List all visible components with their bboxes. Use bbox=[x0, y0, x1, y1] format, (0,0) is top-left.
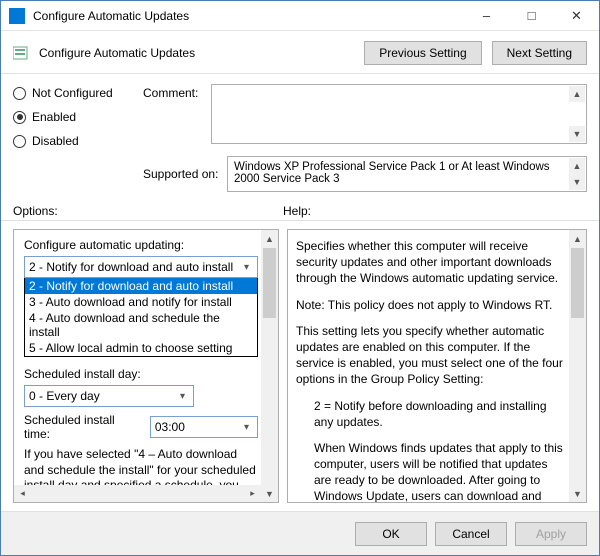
dropdown-option[interactable]: 2 - Notify for download and auto install bbox=[25, 278, 257, 294]
page-title: Configure Automatic Updates bbox=[39, 46, 364, 60]
radio-label: Enabled bbox=[32, 110, 76, 124]
header: Configure Automatic Updates Previous Set… bbox=[1, 31, 599, 74]
previous-setting-button[interactable]: Previous Setting bbox=[364, 41, 481, 65]
gpo-dialog: Configure Automatic Updates – □ ✕ Config… bbox=[0, 0, 600, 556]
dialog-footer: OK Cancel Apply bbox=[1, 511, 599, 555]
help-pane: Specifies whether this computer will rec… bbox=[287, 229, 587, 503]
window-title: Configure Automatic Updates bbox=[33, 9, 464, 23]
policy-state-group: Not Configured Enabled Disabled bbox=[13, 84, 143, 148]
policy-icon bbox=[13, 45, 31, 61]
help-text: When Windows finds updates that apply to… bbox=[296, 440, 564, 503]
supported-on-box: Windows XP Professional Service Pack 1 o… bbox=[227, 156, 587, 192]
dropdown-option[interactable]: 4 - Auto download and schedule the insta… bbox=[25, 310, 257, 340]
chevron-down-icon: ▾ bbox=[174, 388, 191, 404]
radio-label: Disabled bbox=[32, 134, 79, 148]
combo-value: 0 - Every day bbox=[29, 389, 100, 403]
day-label: Scheduled install day: bbox=[24, 367, 258, 381]
supported-value: Windows XP Professional Service Pack 1 o… bbox=[234, 161, 550, 185]
scroll-down-icon[interactable]: ▼ bbox=[569, 126, 585, 142]
options-pane: Configure automatic updating: 2 - Notify… bbox=[13, 229, 279, 503]
next-setting-button[interactable]: Next Setting bbox=[492, 41, 587, 65]
radio-not-configured[interactable]: Not Configured bbox=[13, 86, 143, 100]
help-text: This setting lets you specify whether au… bbox=[296, 323, 564, 388]
chevron-down-icon: ▾ bbox=[238, 419, 255, 435]
comment-label: Comment: bbox=[143, 84, 203, 148]
time-combo[interactable]: 03:00 ▾ bbox=[150, 416, 258, 438]
dropdown-option[interactable]: 5 - Allow local admin to choose setting bbox=[25, 340, 257, 356]
radio-label: Not Configured bbox=[32, 86, 113, 100]
time-label: Scheduled install time: bbox=[24, 413, 142, 441]
radio-disabled[interactable]: Disabled bbox=[13, 134, 143, 148]
configure-dropdown[interactable]: 2 - Notify for download and auto install… bbox=[24, 278, 258, 357]
supported-label: Supported on: bbox=[143, 167, 227, 181]
combo-value: 03:00 bbox=[155, 420, 185, 434]
cancel-button[interactable]: Cancel bbox=[435, 522, 507, 546]
dropdown-option[interactable]: 3 - Auto download and notify for install bbox=[25, 294, 257, 310]
vertical-scrollbar[interactable]: ▲▼ bbox=[261, 230, 278, 502]
help-text: Specifies whether this computer will rec… bbox=[296, 238, 564, 287]
ok-button[interactable]: OK bbox=[355, 522, 427, 546]
minimize-button[interactable]: – bbox=[464, 1, 509, 30]
close-button[interactable]: ✕ bbox=[554, 1, 599, 30]
vertical-scrollbar[interactable]: ▲▼ bbox=[569, 230, 586, 502]
help-label: Help: bbox=[283, 204, 587, 218]
configure-combo[interactable]: 2 - Notify for download and auto install… bbox=[24, 256, 258, 278]
configure-label: Configure automatic updating: bbox=[24, 238, 258, 252]
scroll-down-icon[interactable]: ▼ bbox=[569, 174, 585, 190]
app-icon bbox=[9, 8, 25, 24]
scroll-up-icon[interactable]: ▲ bbox=[569, 158, 585, 174]
help-text: Note: This policy does not apply to Wind… bbox=[296, 297, 564, 313]
horizontal-scrollbar[interactable]: ◂▸ bbox=[14, 485, 261, 502]
radio-enabled[interactable]: Enabled bbox=[13, 110, 143, 124]
apply-button[interactable]: Apply bbox=[515, 522, 587, 546]
options-label: Options: bbox=[13, 204, 283, 218]
scroll-up-icon[interactable]: ▲ bbox=[569, 86, 585, 102]
combo-value: 2 - Notify for download and auto install bbox=[29, 260, 233, 274]
help-text: 2 = Notify before downloading and instal… bbox=[296, 398, 564, 430]
maximize-button[interactable]: □ bbox=[509, 1, 554, 30]
day-combo[interactable]: 0 - Every day ▾ bbox=[24, 385, 194, 407]
comment-textarea[interactable]: ▲ ▼ bbox=[211, 84, 587, 144]
chevron-down-icon: ▾ bbox=[238, 259, 255, 275]
titlebar[interactable]: Configure Automatic Updates – □ ✕ bbox=[1, 1, 599, 31]
